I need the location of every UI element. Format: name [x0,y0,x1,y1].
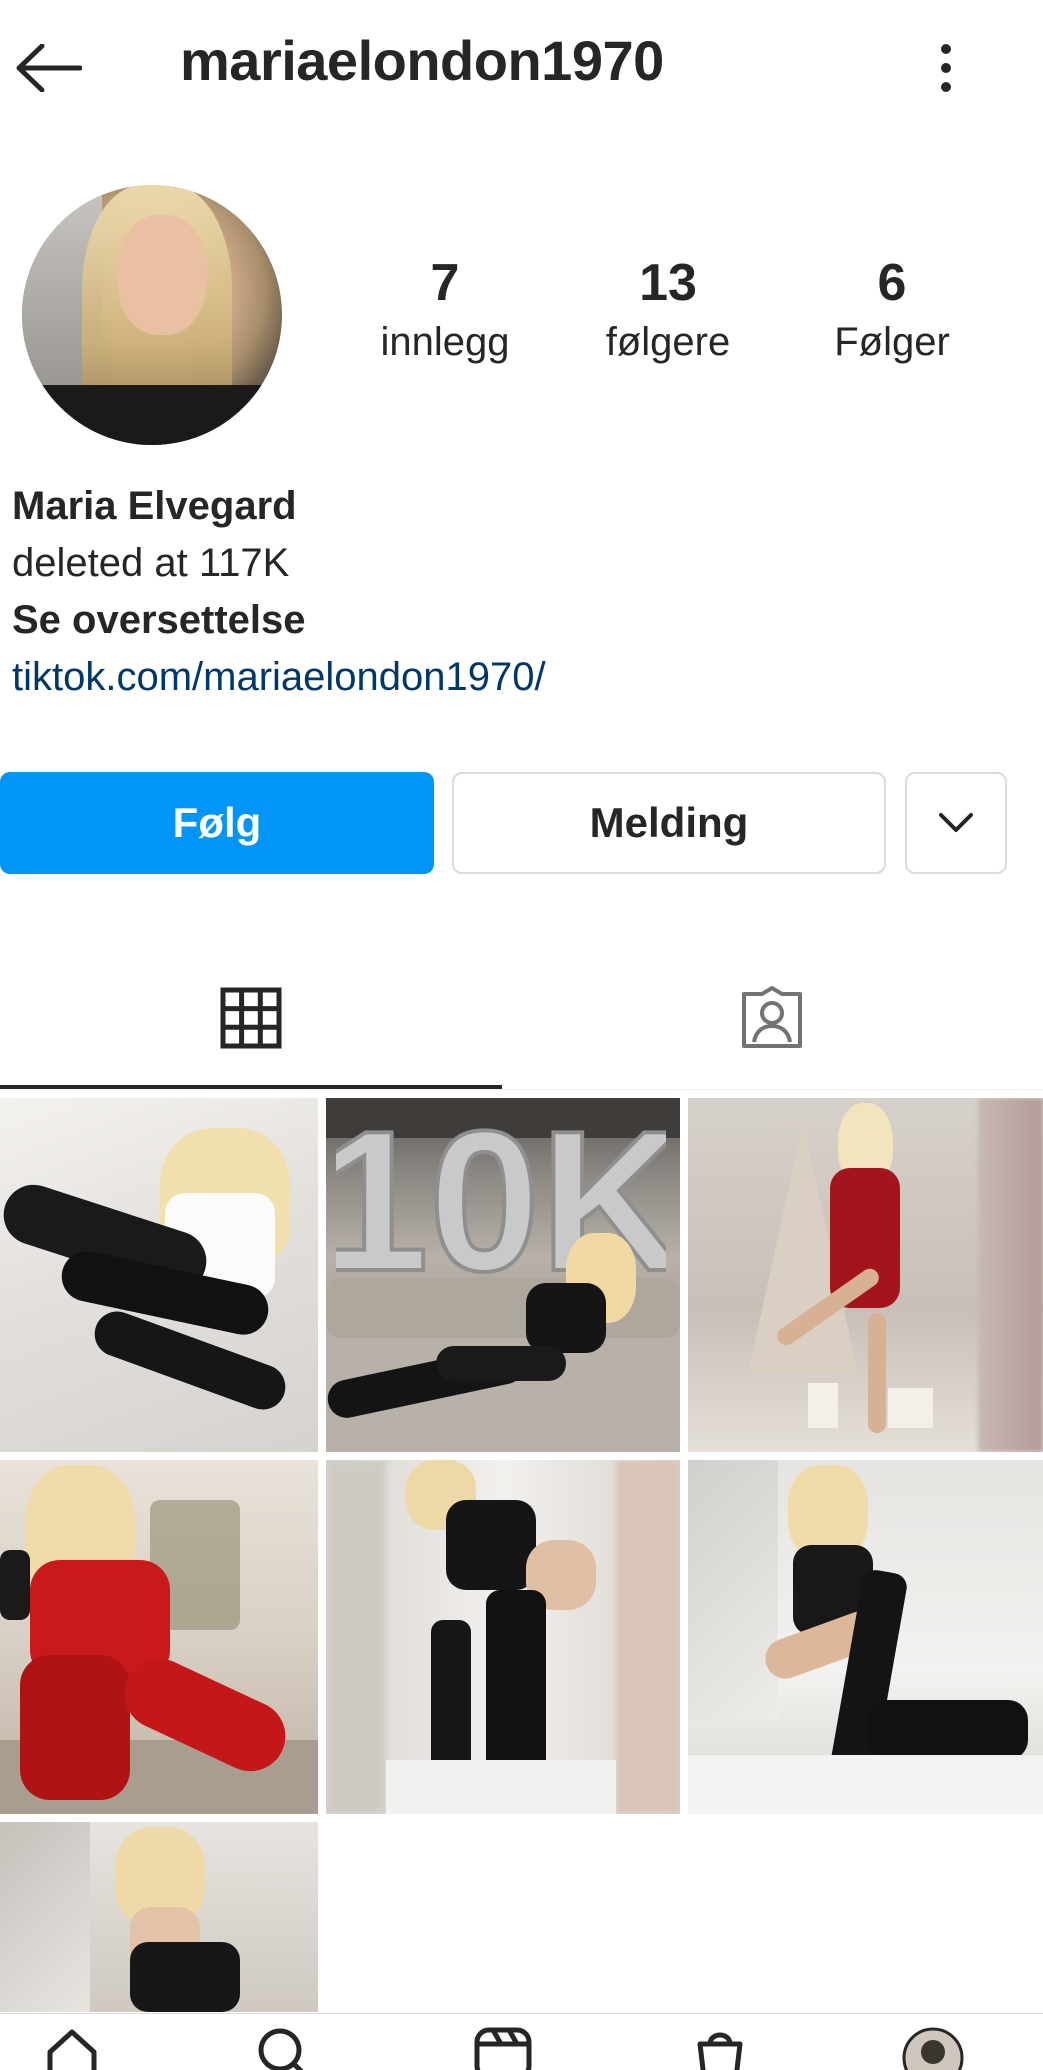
followers-count: 13 [639,254,697,312]
tab-posts-grid[interactable] [0,945,502,1090]
grid-icon [220,987,282,1048]
following-label: Følger [834,320,950,365]
nav-search[interactable] [224,2014,344,2070]
nav-profile[interactable] [873,2014,993,2070]
nav-home[interactable] [12,2014,132,2070]
post-thumbnail[interactable] [688,1460,1043,1814]
back-button[interactable] [10,30,86,106]
nav-shop[interactable] [660,2014,780,2070]
post-thumbnail[interactable] [0,1822,318,2012]
top-bar: mariaelondon1970 [0,0,1043,130]
see-translation-link[interactable]: Se oversettelse [12,592,1022,649]
posts-label: innlegg [380,320,510,365]
reels-icon [474,2027,532,2070]
more-options-button[interactable] [920,30,972,106]
home-icon [47,2029,97,2070]
display-name: Maria Elvegard [12,484,297,528]
posts-count: 7 [430,254,460,312]
following-stat[interactable]: 6 Følger [792,254,992,365]
posts-stat[interactable]: 7 innlegg [345,254,545,365]
post-thumbnail[interactable] [688,1098,1043,1452]
profile-page: mariaelondon1970 7 innlegg 13 følgere 6 … [0,0,1043,2070]
bio-text: deleted at 117K [12,541,290,585]
message-button[interactable]: Melding [452,772,886,874]
bio-link[interactable]: tiktok.com/mariaelondon1970/ [12,649,1022,706]
tagged-person-icon [742,985,802,1048]
more-vertical-icon [941,44,951,92]
search-icon [258,2028,304,2070]
profile-bio: Maria Elvegard deleted at 117K Se overse… [12,478,1022,706]
post-thumbnail[interactable] [0,1460,318,1814]
profile-tabs [0,945,1043,1090]
profile-avatar[interactable] [22,185,282,445]
tab-tagged[interactable] [521,945,1023,1090]
post-thumbnail[interactable] [0,1098,318,1452]
active-tab-indicator [0,1085,502,1089]
followers-stat[interactable]: 13 følgere [568,254,768,365]
following-count: 6 [877,254,907,312]
followers-label: følgere [605,320,731,365]
suggested-accounts-button[interactable] [905,772,1007,874]
shop-icon [697,2032,743,2070]
arrow-left-icon [16,44,82,92]
follow-button[interactable]: Følg [0,772,434,874]
chevron-down-icon [939,813,973,832]
profile-username: mariaelondon1970 [180,29,664,92]
post-thumbnail[interactable] [326,1460,680,1814]
posts-grid: 10K [0,1098,1043,2013]
profile-avatar-icon [902,2027,964,2070]
post-thumbnail[interactable]: 10K [326,1098,680,1452]
nav-reels[interactable] [443,2014,563,2070]
bottom-navigation [0,2013,1043,2070]
